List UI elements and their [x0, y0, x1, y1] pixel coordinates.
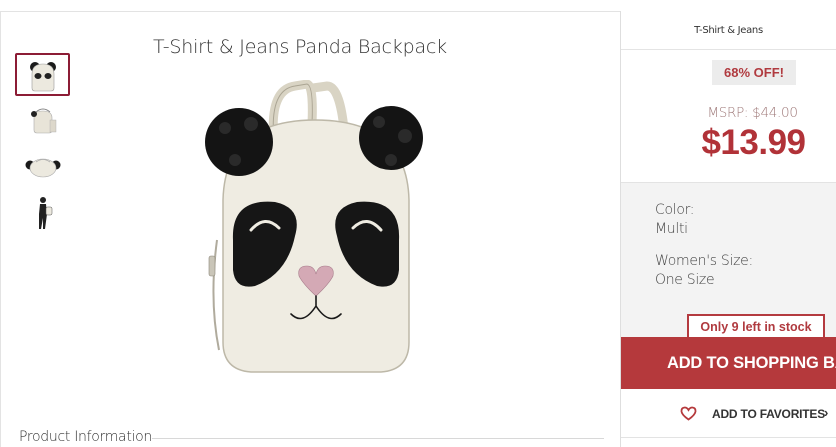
color-label: Color:	[655, 202, 695, 218]
add-to-favorites-button[interactable]: ADD TO FAVORITES ›	[621, 388, 836, 440]
product-title: T-Shirt & Jeans Panda Backpack	[153, 36, 447, 58]
price-area: 68% OFF! MSRP: $44.00 $13.99	[621, 50, 836, 182]
stock-notice: Only 9 left in stock	[687, 314, 825, 339]
purchase-panel: T-Shirt & Jeans 68% OFF! MSRP: $44.00 $1…	[620, 11, 836, 447]
section-divider	[152, 438, 604, 439]
favorites-divider	[621, 437, 836, 438]
product-information-heading[interactable]: Product Information	[19, 429, 152, 445]
msrp-price: MSRP: $44.00	[707, 105, 798, 121]
chevron-right-icon: ›	[824, 405, 829, 420]
frame-left-border	[0, 11, 1, 447]
thumbnail-front-image	[29, 61, 56, 91]
thumbnail-model[interactable]	[15, 191, 70, 234]
thumbnail-side-image	[30, 108, 56, 133]
thumbnail-model-image	[38, 196, 52, 229]
thumbnail-top-image	[25, 158, 60, 177]
add-to-bag-button[interactable]: ADD TO SHOPPING BAG	[621, 337, 836, 389]
product-options: Color: Multi Women's Size: One Size Only…	[621, 182, 836, 389]
heart-icon	[680, 406, 697, 421]
thumbnail-front[interactable]	[15, 53, 70, 96]
size-label: Women's Size:	[655, 253, 753, 269]
thumbnail-list	[15, 53, 71, 237]
color-value[interactable]: Multi	[655, 221, 688, 237]
add-to-favorites-label: ADD TO FAVORITES	[712, 407, 826, 421]
thumbnail-side[interactable]	[15, 99, 70, 142]
product-main-image[interactable]	[195, 80, 435, 380]
size-value[interactable]: One Size	[655, 272, 715, 288]
sale-price: $13.99	[701, 123, 806, 162]
discount-badge: 68% OFF!	[712, 60, 796, 85]
brand-name[interactable]: T-Shirt & Jeans	[621, 11, 836, 50]
thumbnail-top[interactable]	[15, 145, 70, 188]
